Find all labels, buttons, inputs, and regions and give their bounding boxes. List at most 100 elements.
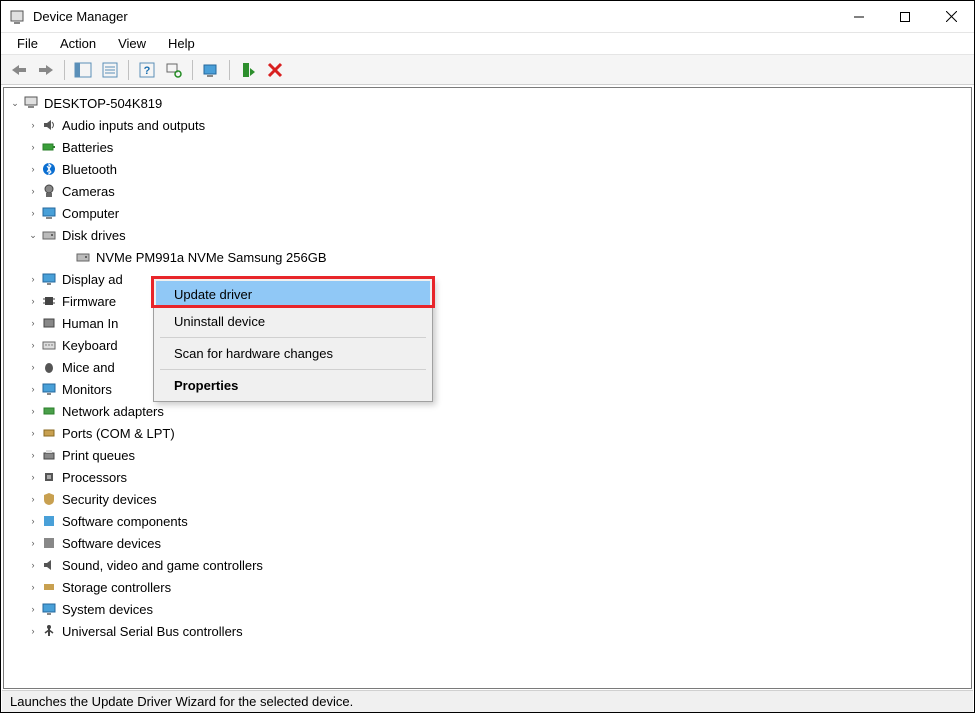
monitor-icon: [40, 381, 58, 397]
keyboard-icon: [40, 337, 58, 353]
chevron-right-icon[interactable]: ›: [26, 186, 40, 196]
menu-action[interactable]: Action: [50, 34, 106, 53]
statusbar: Launches the Update Driver Wizard for th…: [2, 690, 973, 712]
context-menu-separator: [160, 369, 426, 370]
chevron-right-icon[interactable]: ›: [26, 538, 40, 548]
device-manager-icon: [9, 9, 25, 25]
tree-item-processors[interactable]: › Processors: [4, 466, 971, 488]
menu-help[interactable]: Help: [158, 34, 205, 53]
chevron-down-icon[interactable]: ⌄: [26, 230, 40, 241]
battery-icon: [40, 139, 58, 155]
chevron-right-icon[interactable]: ›: [26, 120, 40, 130]
context-menu-separator: [160, 337, 426, 338]
ctx-scan-hardware[interactable]: Scan for hardware changes: [156, 340, 430, 367]
chevron-right-icon[interactable]: ›: [26, 164, 40, 174]
tree-item-batteries[interactable]: › Batteries: [4, 136, 971, 158]
chevron-right-icon[interactable]: ›: [26, 472, 40, 482]
ctx-update-driver[interactable]: Update driver: [156, 281, 430, 308]
tree-item-disk-drives[interactable]: ⌄ Disk drives: [4, 224, 971, 246]
chevron-right-icon[interactable]: ›: [26, 208, 40, 218]
close-button[interactable]: [928, 1, 974, 32]
properties-button[interactable]: [98, 58, 122, 82]
help-button[interactable]: ?: [135, 58, 159, 82]
status-text: Launches the Update Driver Wizard for th…: [10, 694, 353, 709]
enable-device-button[interactable]: [236, 58, 260, 82]
tree-item-cameras[interactable]: › Cameras: [4, 180, 971, 202]
update-driver-toolbar-button[interactable]: [199, 58, 223, 82]
ctx-properties[interactable]: Properties: [156, 372, 430, 399]
tree-root[interactable]: ⌄ DESKTOP-504K819: [4, 92, 971, 114]
tree-item-storage[interactable]: › Storage controllers: [4, 576, 971, 598]
chevron-right-icon[interactable]: ›: [26, 340, 40, 350]
tree-item-network[interactable]: › Network adapters: [4, 400, 971, 422]
titlebar: Device Manager: [1, 1, 974, 33]
minimize-button[interactable]: [836, 1, 882, 32]
computer-icon: [22, 95, 40, 111]
speaker-icon: [40, 117, 58, 133]
maximize-button[interactable]: [882, 1, 928, 32]
tree-item-firmware[interactable]: › Firmware: [4, 290, 971, 312]
software-device-icon: [40, 535, 58, 551]
usb-icon: [40, 623, 58, 639]
tree-item-bluetooth[interactable]: › Bluetooth: [4, 158, 971, 180]
window-title: Device Manager: [33, 9, 128, 24]
disk-icon: [74, 249, 92, 265]
scan-hardware-button[interactable]: [162, 58, 186, 82]
tree-item-software-components[interactable]: › Software components: [4, 510, 971, 532]
forward-button[interactable]: [34, 58, 58, 82]
camera-icon: [40, 183, 58, 199]
chevron-right-icon[interactable]: ›: [26, 428, 40, 438]
storage-icon: [40, 579, 58, 595]
chevron-right-icon[interactable]: ›: [26, 362, 40, 372]
tree-root-label: DESKTOP-504K819: [44, 96, 162, 111]
ctx-uninstall-device[interactable]: Uninstall device: [156, 308, 430, 335]
chevron-right-icon[interactable]: ›: [26, 582, 40, 592]
uninstall-device-button[interactable]: [263, 58, 287, 82]
port-icon: [40, 425, 58, 441]
tree-item-display-adapters[interactable]: › Display ad: [4, 268, 971, 290]
context-menu: Update driver Uninstall device Scan for …: [153, 278, 433, 402]
chevron-down-icon[interactable]: ⌄: [8, 98, 22, 109]
tree-item-sound[interactable]: › Sound, video and game controllers: [4, 554, 971, 576]
pc-icon: [40, 205, 58, 221]
tree-item-keyboards[interactable]: › Keyboard: [4, 334, 971, 356]
tree-item-ports[interactable]: › Ports (COM & LPT): [4, 422, 971, 444]
menubar: File Action View Help: [1, 33, 974, 55]
window-controls: [836, 1, 974, 32]
toolbar: ?: [1, 55, 974, 85]
tree-item-security[interactable]: › Security devices: [4, 488, 971, 510]
chevron-right-icon[interactable]: ›: [26, 626, 40, 636]
tree-item-mice[interactable]: › Mice and: [4, 356, 971, 378]
tree-item-hid[interactable]: › Human In: [4, 312, 971, 334]
chevron-right-icon[interactable]: ›: [26, 450, 40, 460]
chevron-right-icon[interactable]: ›: [26, 406, 40, 416]
tree-item-audio[interactable]: › Audio inputs and outputs: [4, 114, 971, 136]
tree-item-system[interactable]: › System devices: [4, 598, 971, 620]
bluetooth-icon: [40, 161, 58, 177]
tree-item-disk-nvme[interactable]: NVMe PM991a NVMe Samsung 256GB: [4, 246, 971, 268]
tree-item-usb[interactable]: › Universal Serial Bus controllers: [4, 620, 971, 642]
tree-item-computer[interactable]: › Computer: [4, 202, 971, 224]
menu-file[interactable]: File: [7, 34, 48, 53]
chevron-right-icon[interactable]: ›: [26, 274, 40, 284]
disk-icon: [40, 227, 58, 243]
tree-item-print-queues[interactable]: › Print queues: [4, 444, 971, 466]
svg-text:?: ?: [144, 65, 151, 77]
chevron-right-icon[interactable]: ›: [26, 494, 40, 504]
chevron-right-icon[interactable]: ›: [26, 142, 40, 152]
chevron-right-icon[interactable]: ›: [26, 318, 40, 328]
chevron-right-icon[interactable]: ›: [26, 516, 40, 526]
security-icon: [40, 491, 58, 507]
chevron-right-icon[interactable]: ›: [26, 384, 40, 394]
show-hide-tree-button[interactable]: [71, 58, 95, 82]
chevron-right-icon[interactable]: ›: [26, 560, 40, 570]
chevron-right-icon[interactable]: ›: [26, 296, 40, 306]
device-tree-panel[interactable]: ⌄ DESKTOP-504K819 › Audio inputs and out…: [3, 87, 972, 689]
tree-item-monitors[interactable]: › Monitors: [4, 378, 971, 400]
tree-item-software-devices[interactable]: › Software devices: [4, 532, 971, 554]
back-button[interactable]: [7, 58, 31, 82]
chevron-right-icon[interactable]: ›: [26, 604, 40, 614]
menu-view[interactable]: View: [108, 34, 156, 53]
mouse-icon: [40, 359, 58, 375]
printer-icon: [40, 447, 58, 463]
